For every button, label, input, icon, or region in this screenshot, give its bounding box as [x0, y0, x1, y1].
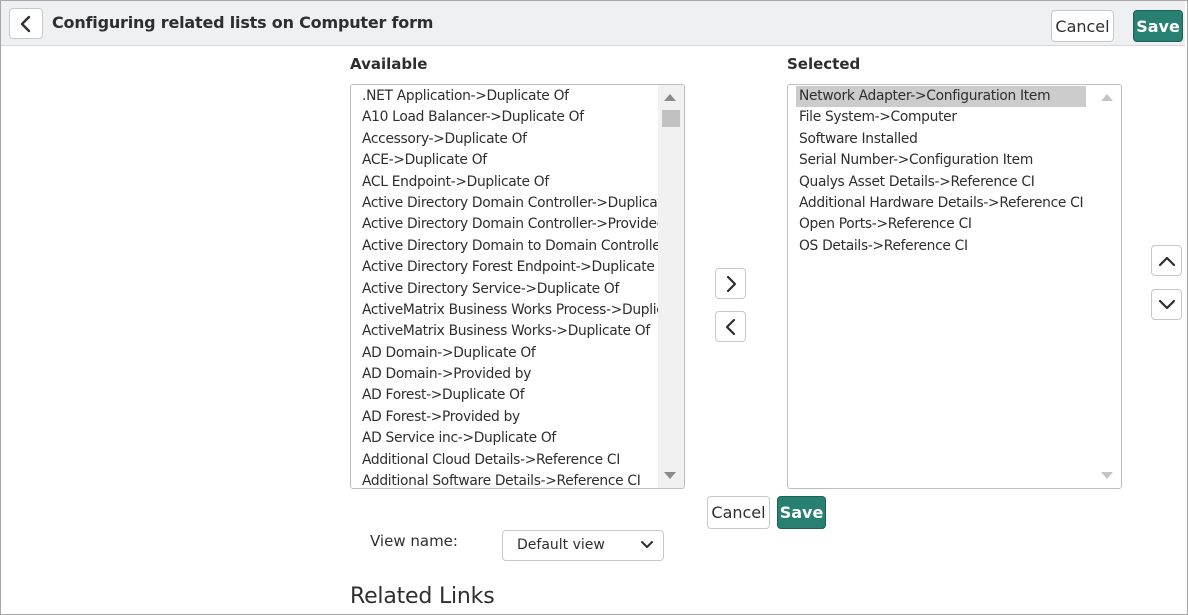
view-name-select[interactable]: Default view — [502, 530, 664, 561]
list-item[interactable]: Accessory->Duplicate Of — [351, 129, 658, 150]
list-item[interactable]: Active Directory Forest Endpoint->Duplic… — [351, 257, 658, 278]
list-item[interactable]: Qualys Asset Details->Reference CI — [788, 172, 1095, 193]
scroll-up-arrow-icon[interactable] — [1101, 94, 1113, 101]
list-item[interactable]: A10 Load Balancer->Duplicate Of — [351, 107, 658, 128]
scroll-down-arrow-icon[interactable] — [1101, 472, 1113, 479]
back-button[interactable] — [9, 8, 43, 39]
available-list-items: .NET Application->Duplicate Of A10 Load B… — [351, 86, 658, 488]
available-list[interactable]: .NET Application->Duplicate Of A10 Load B… — [350, 84, 685, 489]
list-item[interactable]: ActiveMatrix Business Works Process->Dup… — [351, 300, 658, 321]
available-scrollbar[interactable] — [658, 85, 684, 488]
list-item[interactable]: Software Installed — [788, 129, 1095, 150]
list-item[interactable]: File System->Computer — [788, 107, 1095, 128]
chevron-left-icon — [20, 15, 31, 32]
list-item[interactable]: Active Directory Domain Controller->Dupl… — [351, 193, 658, 214]
list-item[interactable]: .NET Application->Duplicate Of — [351, 86, 658, 107]
list-item[interactable]: Additional Hardware Details->Reference C… — [788, 193, 1095, 214]
scroll-thumb[interactable] — [662, 110, 680, 127]
scroll-up-arrow-icon[interactable] — [664, 94, 676, 101]
list-item[interactable]: AD Forest->Duplicate Of — [351, 385, 658, 406]
list-item[interactable]: ActiveMatrix Business Works->Duplicate O… — [351, 321, 658, 342]
list-item[interactable]: ACL Endpoint->Duplicate Of — [351, 172, 658, 193]
selected-list[interactable]: Network Adapter->Configuration Item File … — [787, 84, 1122, 489]
save-button-bottom[interactable]: Save — [777, 496, 826, 529]
chevron-left-icon — [725, 318, 735, 335]
scroll-down-arrow-icon[interactable] — [664, 472, 676, 479]
available-label: Available — [350, 55, 428, 73]
cancel-button[interactable]: Cancel — [1051, 10, 1114, 42]
chevron-up-icon — [1158, 256, 1175, 266]
list-item[interactable]: Active Directory Domain Controller->Prov… — [351, 214, 658, 235]
header-bar: Configuring related lists on Computer fo… — [1, 1, 1185, 46]
list-item[interactable]: ACE->Duplicate Of — [351, 150, 658, 171]
list-item[interactable]: Active Directory Service->Duplicate Of — [351, 279, 658, 300]
view-name-label: View name: — [370, 532, 458, 550]
related-links-heading: Related Links — [350, 584, 495, 609]
list-item[interactable]: AD Domain->Provided by — [351, 364, 658, 385]
chevron-right-icon — [726, 275, 736, 292]
list-item[interactable]: Additional Software Details->Reference C… — [351, 471, 658, 488]
chevron-down-icon — [641, 541, 653, 548]
selected-label: Selected — [787, 55, 861, 73]
cancel-button-bottom[interactable]: Cancel — [707, 496, 770, 529]
list-item[interactable]: Network Adapter->Configuration Item — [796, 86, 1086, 108]
move-up-button[interactable] — [1151, 245, 1182, 276]
list-item[interactable]: Additional Cloud Details->Reference CI — [351, 450, 658, 471]
list-item[interactable]: AD Domain->Duplicate Of — [351, 343, 658, 364]
remove-from-selected-button[interactable] — [715, 311, 746, 342]
selected-scrollbar[interactable] — [1095, 85, 1121, 488]
page-title: Configuring related lists on Computer fo… — [52, 13, 434, 32]
save-button[interactable]: Save — [1133, 10, 1183, 42]
list-item[interactable]: AD Service inc->Duplicate Of — [351, 428, 658, 449]
list-item[interactable]: Open Ports->Reference CI — [788, 214, 1095, 235]
list-item[interactable]: AD Forest->Provided by — [351, 407, 658, 428]
list-item[interactable]: OS Details->Reference CI — [788, 236, 1095, 257]
list-item[interactable]: Serial Number->Configuration Item — [788, 150, 1095, 171]
view-name-value: Default view — [517, 537, 605, 553]
selected-list-items: Network Adapter->Configuration Item File … — [788, 86, 1095, 488]
chevron-down-icon — [1158, 299, 1175, 309]
add-to-selected-button[interactable] — [715, 268, 746, 299]
move-down-button[interactable] — [1151, 289, 1182, 320]
list-item[interactable]: Active Directory Domain to Domain Contro… — [351, 236, 658, 257]
